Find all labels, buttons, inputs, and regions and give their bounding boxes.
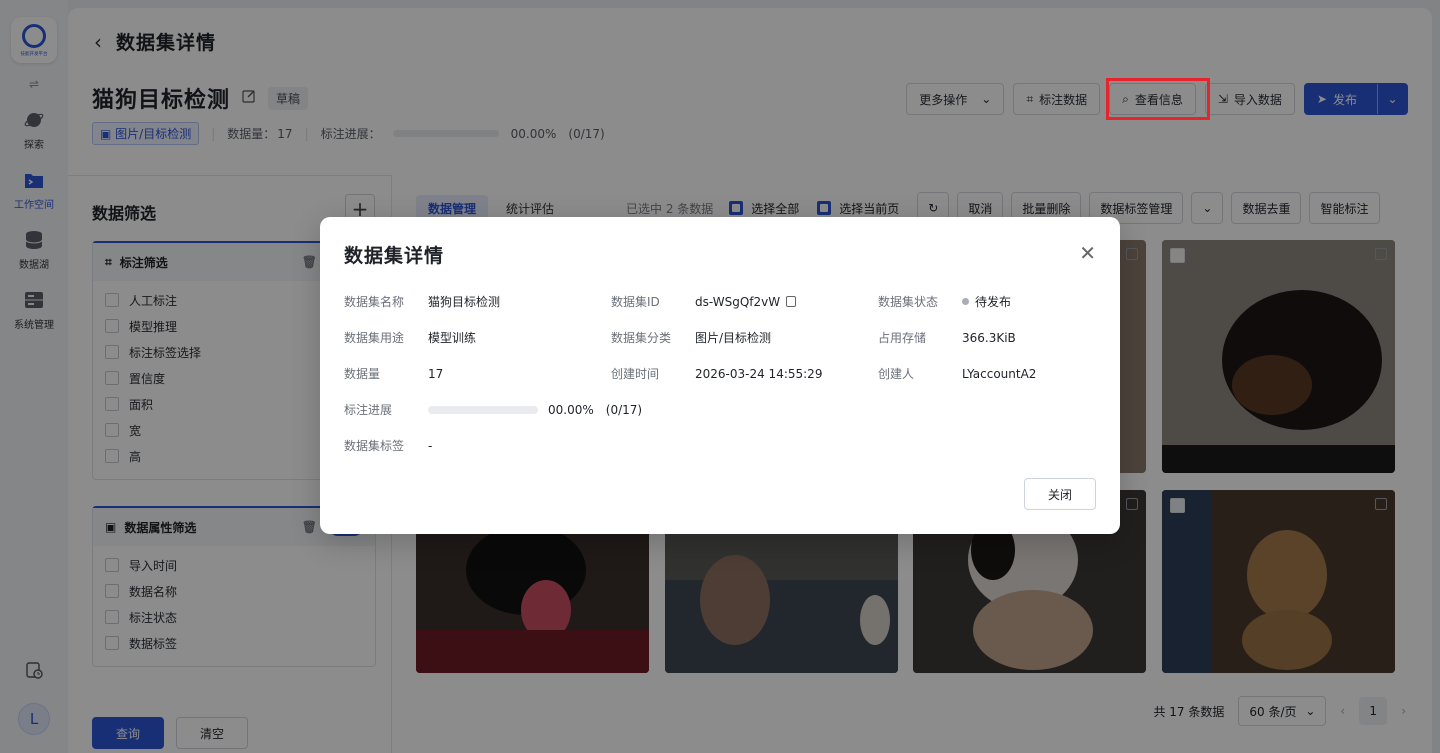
- dataset-detail-modal: 数据集详情 ✕ 数据集名称 猫狗目标检测 数据集ID ds-WSgQf2vW 数据集…: [320, 217, 1120, 534]
- field-value: 图片/目标检测: [695, 331, 772, 345]
- field-value: 17: [428, 366, 444, 381]
- close-button[interactable]: 关闭: [1024, 478, 1096, 510]
- field-key: 数据集ID: [611, 295, 660, 309]
- field-value: LYaccountA2: [962, 366, 1037, 381]
- highlight-box: [1106, 78, 1210, 120]
- field-value: 猫狗目标检测: [428, 295, 501, 309]
- field-value: 366.3KiB: [962, 330, 1016, 345]
- close-icon[interactable]: ✕: [1079, 243, 1096, 263]
- field-value: ds-WSgQf2vW: [695, 294, 781, 309]
- field-key: 数据集分类: [611, 331, 672, 345]
- field-key: 数据集用途: [344, 331, 405, 345]
- copy-icon[interactable]: [786, 296, 797, 307]
- field-key: 创建时间: [611, 367, 660, 381]
- field-value: 模型训练: [428, 331, 477, 345]
- field-value: 待发布: [975, 295, 1012, 309]
- field-key: 数据集状态: [878, 295, 939, 309]
- progress-ratio: (0/17): [605, 402, 643, 417]
- progress-bar: [428, 405, 538, 414]
- progress-pct: 00.00%: [548, 402, 594, 417]
- status-dot-icon: [962, 298, 969, 305]
- field-key: 数据集标签: [344, 439, 405, 453]
- field-value: 2026-03-24 14:55:29: [695, 366, 823, 381]
- field-key: 数据集名称: [344, 295, 405, 309]
- field-key: 标注进展: [344, 403, 393, 417]
- field-key: 占用存储: [878, 331, 927, 345]
- field-value: -: [428, 438, 433, 453]
- field-key: 创建人: [878, 367, 915, 381]
- field-key: 数据量: [344, 367, 381, 381]
- modal-title: 数据集详情: [344, 245, 445, 267]
